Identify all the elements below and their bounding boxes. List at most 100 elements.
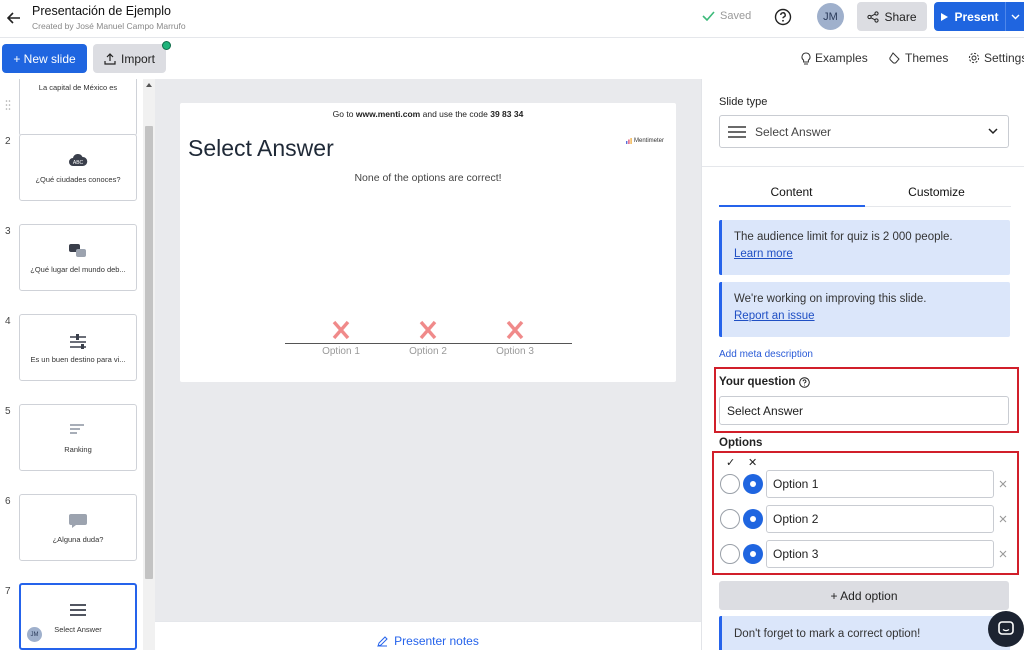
droplet-icon: [889, 52, 900, 64]
remove-option-close-icon[interactable]: [997, 478, 1009, 490]
remove-option-close-icon[interactable]: [997, 513, 1009, 525]
help-icon[interactable]: [799, 376, 811, 388]
question-bubble-icon: [20, 513, 136, 529]
remove-option-close-icon[interactable]: [997, 548, 1009, 560]
slide-type-label: Slide type: [719, 96, 768, 108]
options-label: Options: [719, 437, 763, 449]
presenter-notes-label: Presenter notes: [394, 634, 479, 648]
mentimeter-logo: Mentimeter: [626, 138, 664, 144]
join-code: 39 83 34: [490, 109, 524, 119]
slide-thumb-7[interactable]: Select Answer JM: [19, 583, 137, 650]
slide-number: 3: [5, 226, 11, 237]
back-arrow-icon[interactable]: [4, 8, 24, 28]
mark-incorrect-radio-2[interactable]: [743, 509, 763, 529]
top-bar: Presentación de Ejemplo Created by José …: [0, 0, 1024, 37]
slide-number: 6: [5, 496, 11, 507]
chevron-down-icon: [988, 128, 998, 135]
share-button[interactable]: Share: [857, 2, 927, 31]
join-middle: and use the code: [422, 109, 488, 119]
slide-thumb-3[interactable]: ¿Qué lugar del mundo deb...: [19, 224, 137, 291]
slide-number: 2: [5, 136, 11, 147]
option-input-3[interactable]: Option 3: [766, 540, 994, 568]
option-input-1[interactable]: Option 1: [766, 470, 994, 498]
slide-thumb-label: ¿Qué ciudades conoces?: [35, 175, 121, 184]
slide-thumb-label: Ranking: [64, 445, 92, 454]
no-correct-option-message: None of the options are correct!: [354, 172, 502, 184]
your-question-label: Your question: [719, 376, 811, 388]
question-input[interactable]: Select Answer: [719, 396, 1009, 425]
select-answer-icon: [728, 125, 746, 138]
section-divider: [702, 166, 1024, 167]
notification-dot: [162, 41, 171, 50]
slide-thumb-6[interactable]: ¿Alguna duda?: [19, 494, 137, 561]
mark-correct-radio-1[interactable]: [720, 474, 740, 494]
settings-panel: Slide type Select Answer Content Customi…: [701, 79, 1024, 650]
slide-title: Select Answer: [188, 135, 334, 161]
join-prefix: Go to: [332, 109, 354, 119]
examples-link[interactable]: Examples: [801, 51, 868, 65]
add-option-button[interactable]: + Add option: [719, 581, 1009, 610]
slide-preview[interactable]: Go to www.menti.com and use the code 39 …: [180, 103, 676, 382]
report-issue-link[interactable]: Report an issue: [734, 308, 998, 325]
bar-chart-logo-icon: [626, 138, 632, 144]
themes-label: Themes: [905, 51, 949, 65]
mark-correct-radio-2[interactable]: [720, 509, 740, 529]
share-icon: [867, 10, 880, 23]
slide-thumb-4[interactable]: Es un buen destino para vi...: [19, 314, 137, 381]
your-question-text: Your question: [719, 376, 796, 388]
presenter-notes-button[interactable]: Presenter notes: [155, 634, 701, 648]
correct-column-check-icon: ✓: [726, 457, 736, 469]
slide-thumb-1[interactable]: La capital de México es: [19, 79, 137, 136]
new-slide-button[interactable]: + New slide: [2, 44, 87, 73]
mark-incorrect-radio-3[interactable]: [743, 544, 763, 564]
import-label: Import: [120, 51, 155, 66]
present-options-chevron-down-icon[interactable]: [1005, 2, 1024, 31]
slide-option-label: Option 2: [409, 346, 447, 357]
lightbulb-icon: [801, 51, 811, 64]
saved-status: Saved: [702, 10, 751, 22]
svg-text:ABC: ABC: [73, 160, 84, 166]
incorrect-column-cross-icon: ✕: [748, 457, 758, 469]
mark-correct-radio-3[interactable]: [720, 544, 740, 564]
active-tab-indicator: [719, 205, 865, 207]
slide-thumb-2[interactable]: ABC ¿Qué ciudades conoces?: [19, 134, 137, 201]
correct-option-warning: Don't forget to mark a correct option!: [719, 616, 1010, 650]
user-avatar[interactable]: JM: [817, 3, 844, 30]
themes-link[interactable]: Themes: [889, 51, 948, 65]
mark-incorrect-radio-1[interactable]: [743, 474, 763, 494]
chat-support-icon[interactable]: [988, 611, 1024, 647]
scrollbar-thumb[interactable]: [145, 126, 153, 579]
tab-content[interactable]: Content: [719, 185, 864, 199]
learn-more-link[interactable]: Learn more: [734, 246, 998, 263]
help-icon[interactable]: [773, 7, 793, 27]
slide-type-select[interactable]: Select Answer: [719, 115, 1009, 148]
slide-number: 5: [5, 406, 11, 417]
slide-thumb-label: ¿Alguna duda?: [52, 535, 104, 544]
present-button[interactable]: Present: [934, 2, 1005, 31]
play-icon: [941, 12, 949, 21]
improvement-text: We're working on improving this slide.: [734, 293, 927, 305]
settings-link[interactable]: Settings: [968, 51, 1024, 65]
presenter-notes-bar: Presenter notes: [155, 621, 701, 650]
ranking-icon: [20, 423, 136, 437]
editor-toolbar: + New slide Import Examples Themes Setti…: [0, 37, 1024, 79]
scroll-up-arrow-icon[interactable]: [145, 81, 153, 89]
slide-thumb-5[interactable]: Ranking: [19, 404, 137, 471]
options-baseline: [285, 343, 572, 344]
slide-number: 4: [5, 316, 11, 327]
presentation-author: Created by José Manuel Campo Marrufo: [32, 21, 186, 31]
check-icon: [702, 11, 715, 21]
app-root: Presentación de Ejemplo Created by José …: [0, 0, 1024, 650]
drag-handle-icon[interactable]: [5, 99, 11, 111]
improvement-notice: We're working on improving this slide. R…: [719, 282, 1010, 337]
import-button[interactable]: Import: [93, 44, 166, 73]
speech-bubbles-icon: [20, 243, 136, 259]
tab-customize[interactable]: Customize: [864, 185, 1009, 199]
slide-thumb-label: La capital de México es: [38, 83, 118, 92]
option-input-2[interactable]: Option 2: [766, 505, 994, 533]
saved-label: Saved: [720, 10, 752, 22]
select-answer-icon: [21, 603, 135, 617]
word-cloud-icon: ABC: [20, 153, 136, 167]
add-meta-description-link[interactable]: Add meta description: [719, 349, 813, 360]
presentation-title[interactable]: Presentación de Ejemplo: [32, 4, 171, 18]
